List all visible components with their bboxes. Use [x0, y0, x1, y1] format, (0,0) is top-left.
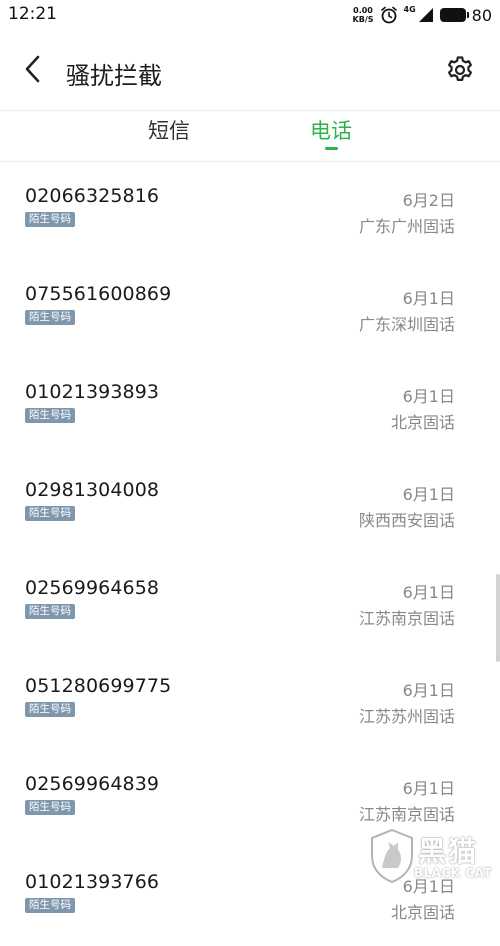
unknown-number-tag: 陌生号码	[25, 702, 75, 717]
unknown-number-tag: 陌生号码	[25, 898, 75, 913]
watermark-text-en: BLACK CAT	[414, 866, 493, 880]
network-speed-value: 0.00	[353, 6, 373, 15]
unknown-number-tag: 陌生号码	[25, 800, 75, 815]
battery-level: 80	[471, 5, 492, 25]
call-item[interactable]: 02569964658 陌生号码 6月1日 江苏南京固话	[0, 554, 500, 652]
scrollbar-thumb[interactable]	[496, 574, 500, 662]
unknown-number-tag: 陌生号码	[25, 310, 75, 325]
network-speed-unit: KB/S	[352, 15, 374, 24]
status-bar: 12:21 0.00 KB/S 4G 80	[0, 0, 500, 30]
status-time: 12:21	[8, 4, 57, 24]
network-speed: 0.00 KB/S	[353, 6, 374, 24]
tab-calls[interactable]: 电话	[281, 115, 381, 145]
watermark: 黑猫 BLACK CAT	[368, 828, 498, 884]
call-location: 江苏南京固话	[358, 609, 455, 628]
call-date: 6月1日	[402, 779, 455, 798]
call-date: 6月1日	[402, 583, 455, 602]
call-number: 02569964658	[25, 577, 160, 599]
status-icons: 0.00 KB/S 4G 80	[353, 4, 492, 26]
tab-bar: 短信 电话	[0, 111, 500, 162]
page-title: 骚扰拦截	[66, 62, 162, 90]
battery-icon	[439, 8, 469, 22]
unknown-number-tag: 陌生号码	[25, 506, 75, 521]
watermark-text-cn: 黑猫	[418, 835, 479, 868]
call-date: 6月2日	[402, 191, 455, 210]
unknown-number-tag: 陌生号码	[25, 408, 75, 423]
call-location: 北京固话	[390, 903, 455, 922]
call-number: 051280699775	[25, 675, 172, 697]
settings-button[interactable]	[444, 56, 476, 88]
call-number: 075561600869	[25, 283, 172, 305]
chevron-left-icon	[22, 54, 44, 88]
unknown-number-tag: 陌生号码	[25, 212, 75, 227]
call-item[interactable]: 01021393893 陌生号码 6月1日 北京固话	[0, 358, 500, 456]
call-location: 广东深圳固话	[358, 315, 455, 334]
cat-shield-logo-icon	[368, 828, 416, 888]
alarm-icon	[380, 6, 398, 24]
call-location: 陕西西安固话	[358, 511, 455, 530]
call-item[interactable]: 075561600869 陌生号码 6月1日 广东深圳固话	[0, 260, 500, 358]
call-date: 6月1日	[402, 387, 455, 406]
call-location: 北京固话	[390, 413, 455, 432]
back-button[interactable]	[16, 54, 50, 88]
network-type-label: 4G	[403, 5, 416, 14]
call-location: 广东广州固话	[358, 217, 455, 236]
call-number: 01021393893	[25, 381, 160, 403]
call-number: 02066325816	[25, 185, 160, 207]
app-header: 骚扰拦截	[0, 30, 500, 111]
gear-icon	[445, 55, 475, 89]
call-number: 01021393766	[25, 871, 160, 893]
signal-icon	[418, 7, 434, 23]
call-location: 江苏苏州固话	[358, 707, 455, 726]
call-location: 江苏南京固话	[358, 805, 455, 824]
call-number: 02981304008	[25, 479, 160, 501]
call-item[interactable]: 02981304008 陌生号码 6月1日 陕西西安固话	[0, 456, 500, 554]
unknown-number-tag: 陌生号码	[25, 604, 75, 619]
call-item[interactable]: 02066325816 陌生号码 6月2日 广东广州固话	[0, 162, 500, 260]
call-date: 6月1日	[402, 681, 455, 700]
battery-nub	[466, 12, 469, 18]
call-date: 6月1日	[402, 485, 455, 504]
tab-sms[interactable]: 短信	[119, 115, 219, 145]
call-number: 02569964839	[25, 773, 160, 795]
active-tab-indicator	[325, 147, 338, 150]
call-item[interactable]: 051280699775 陌生号码 6月1日 江苏苏州固话	[0, 652, 500, 750]
call-date: 6月1日	[402, 289, 455, 308]
